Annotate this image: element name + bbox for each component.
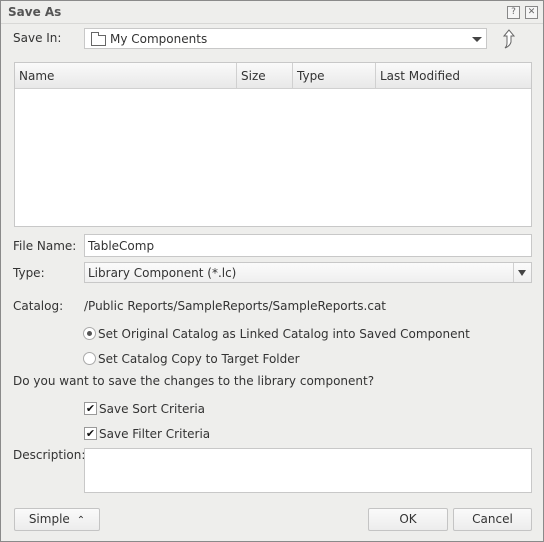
save-sort-criteria-label[interactable]: Save Sort Criteria (99, 402, 205, 416)
file-name-label: File Name: (13, 239, 77, 253)
close-button[interactable]: ✕ (525, 6, 538, 19)
title-bar[interactable]: Save As ? ✕ (1, 1, 543, 24)
help-button[interactable]: ? (507, 6, 520, 19)
dropdown-divider (513, 263, 514, 282)
question-icon: ? (511, 7, 516, 17)
save-in-dropdown[interactable]: My Components (84, 28, 487, 49)
type-label: Type: (13, 266, 45, 280)
simple-button[interactable]: Simple ⌃ (14, 508, 100, 531)
radio-catalog-copy[interactable] (83, 352, 96, 365)
file-list-header: Name Size Type Last Modified (15, 63, 531, 89)
column-header-type[interactable]: Type (293, 63, 376, 89)
up-folder-icon[interactable] (501, 29, 517, 49)
column-header-name[interactable]: Name (15, 63, 237, 89)
description-textarea[interactable] (84, 448, 532, 493)
save-in-label: Save In: (13, 31, 62, 45)
column-header-size[interactable]: Size (237, 63, 293, 89)
save-as-dialog: Save As ? ✕ Save In: My Components Name … (0, 0, 544, 542)
save-in-value: My Components (110, 32, 208, 46)
column-header-last-modified[interactable]: Last Modified (376, 63, 531, 89)
chevron-down-icon (472, 37, 482, 42)
radio-linked-catalog-label[interactable]: Set Original Catalog as Linked Catalog i… (98, 327, 470, 341)
save-sort-criteria-checkbox[interactable]: ✔ (84, 402, 97, 415)
folder-icon (91, 32, 106, 46)
cancel-button[interactable]: Cancel (453, 508, 532, 531)
save-changes-question: Do you want to save the changes to the l… (13, 374, 375, 388)
type-value: Library Component (*.lc) (88, 266, 237, 280)
radio-catalog-copy-label[interactable]: Set Catalog Copy to Target Folder (98, 352, 300, 366)
catalog-label: Catalog: (13, 299, 64, 313)
chevron-down-icon (518, 270, 526, 276)
description-label: Description: (13, 448, 86, 462)
file-name-input[interactable]: TableComp (84, 234, 532, 257)
ok-button[interactable]: OK (368, 508, 448, 531)
type-dropdown[interactable]: Library Component (*.lc) (84, 262, 532, 283)
file-list[interactable]: Name Size Type Last Modified (14, 62, 532, 227)
radio-linked-catalog[interactable] (83, 327, 96, 340)
save-filter-criteria-checkbox[interactable]: ✔ (84, 427, 97, 440)
close-icon: ✕ (527, 7, 536, 17)
double-chevron-up-icon: ⌃ (73, 515, 86, 526)
checkmark-icon: ✔ (85, 402, 96, 415)
catalog-path: /Public Reports/SampleReports/SampleRepo… (84, 299, 387, 313)
dialog-title: Save As (8, 5, 62, 19)
save-filter-criteria-label[interactable]: Save Filter Criteria (99, 427, 210, 441)
checkmark-icon: ✔ (85, 427, 96, 440)
file-name-value: TableComp (88, 239, 155, 253)
simple-button-label: Simple (28, 512, 70, 526)
